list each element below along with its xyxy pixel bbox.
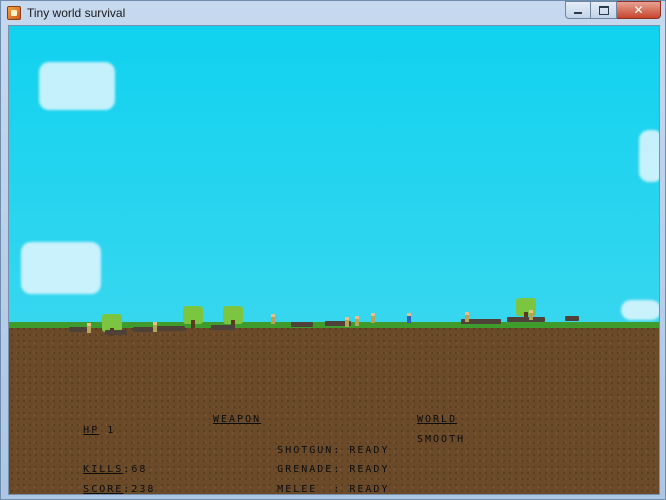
maximize-icon <box>598 5 609 15</box>
debris <box>157 326 185 331</box>
survivor-sprite <box>465 312 469 322</box>
player-sprite <box>407 313 411 323</box>
close-icon: ✕ <box>633 3 644 17</box>
survivor-sprite <box>355 316 359 326</box>
debris <box>211 325 235 330</box>
survivor-sprite <box>371 313 375 323</box>
title-bar[interactable]: Tiny world survival ✕ <box>1 1 665 25</box>
minimize-icon <box>574 12 582 14</box>
cloud <box>21 242 101 294</box>
score-value: 238 <box>131 484 156 495</box>
minimize-button[interactable] <box>565 1 591 19</box>
survivor-sprite <box>271 314 275 324</box>
debris <box>105 330 127 335</box>
window-controls: ✕ <box>565 1 661 19</box>
java-app-icon <box>7 6 21 20</box>
survivor-sprite <box>87 323 91 333</box>
hp-label: HP <box>83 425 100 436</box>
maximize-button[interactable] <box>591 1 617 19</box>
weapon-name: MELEE <box>277 484 334 495</box>
cloud <box>639 130 659 182</box>
survivor-sprite <box>345 317 349 327</box>
score-label: SCORE <box>83 484 124 495</box>
close-button[interactable]: ✕ <box>617 1 661 19</box>
debris <box>69 327 87 332</box>
debris <box>565 316 579 321</box>
window-title: Tiny world survival <box>27 6 126 20</box>
world-heading: WORLD <box>417 414 458 425</box>
survivor-sprite <box>529 310 533 320</box>
hp-value: 1 <box>107 425 116 436</box>
cloud <box>39 62 115 110</box>
hud-panel: HP 1 KILLS:68 SCORE:238 WEAPON SHOTGUN: … <box>9 404 659 495</box>
hp-stat: HP 1 <box>19 414 115 447</box>
cloud <box>621 300 659 320</box>
game-canvas[interactable]: HP 1 KILLS:68 SCORE:238 WEAPON SHOTGUN: … <box>8 25 660 495</box>
debris <box>133 327 153 332</box>
survivor-sprite <box>153 322 157 332</box>
weapon-row-melee: MELEE : READY <box>277 484 390 495</box>
debris <box>507 317 545 322</box>
weapon-heading: WEAPON <box>213 414 262 425</box>
weapon-status: READY <box>349 484 390 495</box>
world-value: SMOOTH <box>417 434 466 445</box>
score-stat: SCORE:238 <box>83 484 156 495</box>
debris <box>291 322 313 327</box>
app-window: Tiny world survival ✕ HP 1 KILLS:68 SCOR… <box>0 0 666 500</box>
